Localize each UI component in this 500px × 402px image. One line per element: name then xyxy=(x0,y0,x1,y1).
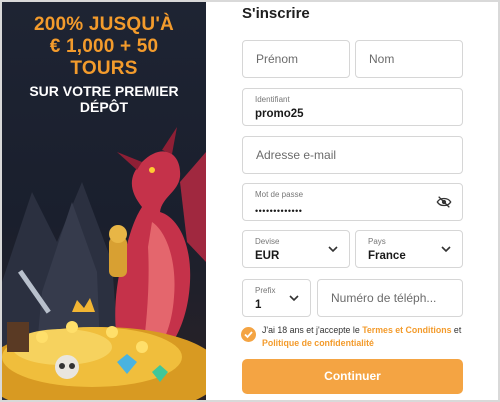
phone-placeholder: Numéro de téléph... xyxy=(331,291,437,305)
terms-link[interactable]: Termes et Conditions xyxy=(362,325,451,335)
username-label: Identifiant xyxy=(255,95,290,104)
username-value: promo25 xyxy=(255,108,304,120)
phone-number-field[interactable]: Numéro de téléph... xyxy=(317,279,463,317)
dragon-treasure-illustration xyxy=(2,127,206,400)
username-field[interactable]: Identifiant promo25 xyxy=(242,88,463,126)
check-icon xyxy=(244,331,253,339)
first-name-placeholder: Prénom xyxy=(256,52,299,66)
chevron-down-icon xyxy=(328,246,338,253)
country-select[interactable]: Pays France xyxy=(355,230,463,268)
terms-checkbox[interactable] xyxy=(241,327,256,342)
promo-headline-line3: TOURS xyxy=(70,58,138,79)
terms-and: et xyxy=(451,325,462,335)
form-title: S'inscrire xyxy=(242,5,310,22)
promo-headline: 200% JUSQU'À € 1,000 + 50 TOURS xyxy=(2,14,206,80)
promo-sub-line1: SUR VOTRE PREMIER xyxy=(29,83,179,99)
prefix-value: 1 xyxy=(255,299,262,311)
promo-sub-line2: DÉPÔT xyxy=(79,99,129,115)
currency-value: EUR xyxy=(255,250,280,262)
currency-label: Devise xyxy=(255,237,280,246)
last-name-placeholder: Nom xyxy=(369,52,395,66)
currency-select[interactable]: Devise EUR xyxy=(242,230,350,268)
email-field[interactable]: Adresse e-mail xyxy=(242,136,463,174)
promo-panel: 200% JUSQU'À € 1,000 + 50 TOURS SUR VOTR… xyxy=(2,2,206,400)
password-field[interactable]: Mot de passe ••••••••••••• xyxy=(242,183,463,221)
phone-prefix-select[interactable]: Prefix 1 xyxy=(242,279,311,317)
password-value: ••••••••••••• xyxy=(255,206,303,216)
continue-button[interactable]: Continuer xyxy=(242,359,463,394)
prefix-label: Prefix xyxy=(255,286,276,295)
email-placeholder: Adresse e-mail xyxy=(256,148,337,162)
terms-text: J'ai 18 ans et j'accepte le Termes et Co… xyxy=(262,324,467,350)
promo-headline-line1: 200% JUSQU'À xyxy=(34,14,174,35)
first-name-field[interactable]: Prénom xyxy=(242,40,350,78)
promo-subheadline: SUR VOTRE PREMIER DÉPÔT xyxy=(2,83,206,115)
chevron-down-icon xyxy=(289,295,299,302)
last-name-field[interactable]: Nom xyxy=(355,40,463,78)
promo-headline-line2: € 1,000 + 50 xyxy=(49,36,159,57)
password-label: Mot de passe xyxy=(255,190,304,199)
eye-off-icon[interactable] xyxy=(436,195,452,209)
country-value: France xyxy=(368,250,406,262)
country-label: Pays xyxy=(368,237,386,246)
terms-prefix: J'ai 18 ans et j'accepte le xyxy=(262,325,363,335)
privacy-link[interactable]: Politique de confidentialité xyxy=(262,338,374,348)
chevron-down-icon xyxy=(441,246,451,253)
